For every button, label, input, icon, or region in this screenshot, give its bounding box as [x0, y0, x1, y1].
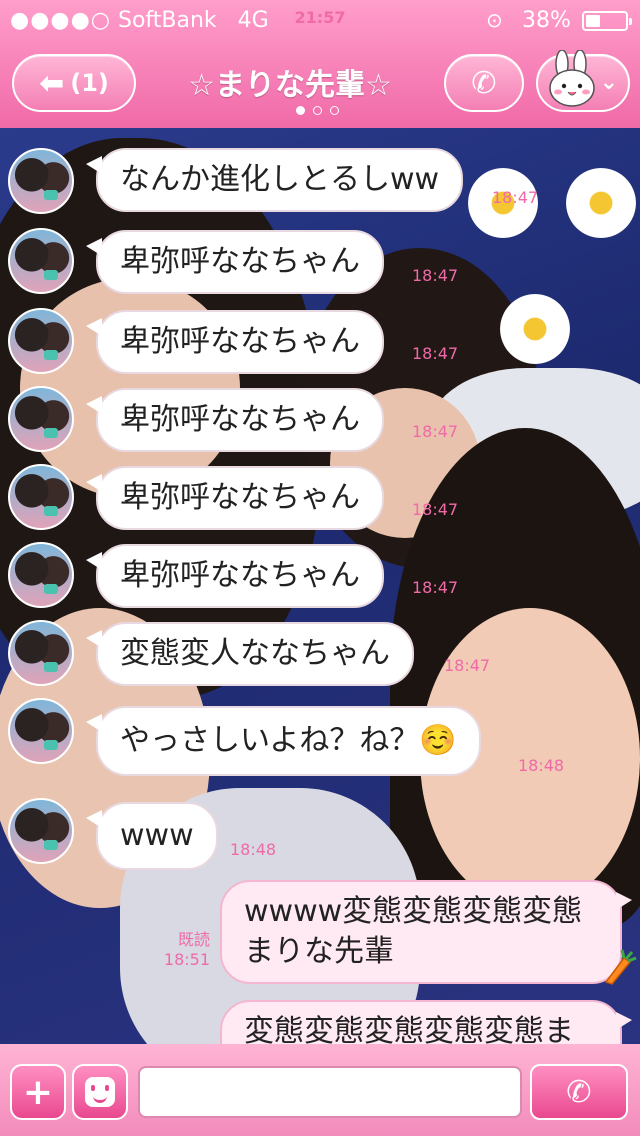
bunny-sticker-icon [549, 50, 595, 107]
battery-percent: 38% [522, 8, 571, 33]
avatar[interactable] [8, 698, 74, 764]
message-time: 18:48 [518, 756, 565, 775]
phone-icon: ✆ [471, 65, 497, 101]
message-bubble[interactable]: www [86, 802, 218, 870]
battery-icon [582, 11, 632, 31]
message-bubble[interactable]: 卑弥呼ななちゃん [86, 388, 384, 452]
page-dot [330, 106, 339, 115]
sticker-button[interactable] [72, 1064, 128, 1120]
message-bubble[interactable]: 卑弥呼ななちゃん [86, 466, 384, 530]
message-bubble[interactable]: 変態変人ななちゃん [86, 622, 414, 686]
page-dot [313, 106, 322, 115]
composer-bar: + ✆ [0, 1044, 640, 1136]
message-time: 18:47 [412, 500, 459, 519]
add-button[interactable]: + [10, 1064, 66, 1120]
message-time: 18:47 [444, 656, 491, 675]
message-bubble[interactable]: やっさしいよね？ね？☺️ [86, 706, 481, 776]
avatar[interactable] [8, 386, 74, 452]
daisy-decoration [500, 294, 570, 364]
message-time: 18:47 [412, 266, 459, 285]
message-time: 18:51 [163, 950, 210, 969]
message-time: 18:48 [230, 840, 277, 859]
read-receipt: 既読 18:51 [150, 930, 210, 970]
avatar[interactable] [8, 620, 74, 686]
page-indicator [296, 106, 339, 115]
menu-button[interactable]: ⌄ [536, 50, 630, 112]
avatar[interactable] [8, 542, 74, 608]
message-time: 18:47 [412, 422, 459, 441]
read-label: 既読 [177, 930, 210, 949]
page-dot [296, 106, 305, 115]
unread-count: (1) [70, 69, 109, 97]
avatar[interactable] [8, 308, 74, 374]
back-button[interactable]: ⬅ (1) [12, 54, 136, 112]
message-bubble[interactable]: なんか進化しとるしww [85, 148, 464, 212]
battery-fill [586, 15, 600, 27]
rotation-lock-icon: ⊙ [486, 8, 503, 32]
back-arrow-icon: ⬅ [39, 65, 65, 101]
avatar[interactable] [8, 228, 74, 294]
message-time: 18:47 [412, 578, 459, 597]
message-bubble[interactable]: 卑弥呼ななちゃん [86, 230, 384, 294]
plus-icon: + [22, 1071, 54, 1113]
avatar[interactable] [8, 464, 74, 530]
chat-title: ☆まりな先輩☆ [188, 68, 392, 103]
message-time: 18:47 [412, 344, 459, 363]
avatar[interactable] [8, 148, 74, 214]
chat-area[interactable]: なんか進化しとるしww 18:47 卑弥呼ななちゃん 18:47 卑弥呼ななちゃ… [0, 128, 640, 1044]
send-call-button[interactable]: ✆ [530, 1064, 628, 1120]
chevron-down-icon: ⌄ [599, 70, 618, 95]
avatar[interactable] [8, 798, 74, 864]
status-bar: ●●●●○ SoftBank 4G 21:57 ⊙ 38% [0, 0, 640, 40]
message-bubble[interactable]: 卑弥呼ななちゃん [86, 310, 384, 374]
phone-icon: ✆ [566, 1074, 592, 1110]
message-time: 18:47 [492, 188, 539, 207]
outgoing-message-bubble[interactable]: wwww変態変態変態変態まりな先輩 [220, 880, 632, 984]
outgoing-message-bubble[interactable]: 変態変態変態変態変態ま [220, 1000, 632, 1044]
carrot-icon [604, 949, 637, 985]
call-button[interactable]: ✆ [444, 54, 524, 112]
header-bar: ●●●●○ SoftBank 4G 21:57 ⊙ 38% ⬅ (1) ☆まりな… [0, 0, 640, 128]
message-input[interactable] [138, 1066, 522, 1118]
message-bubble[interactable]: 卑弥呼ななちゃん [86, 544, 384, 608]
smiley-icon [85, 1077, 115, 1107]
daisy-decoration [566, 168, 636, 238]
